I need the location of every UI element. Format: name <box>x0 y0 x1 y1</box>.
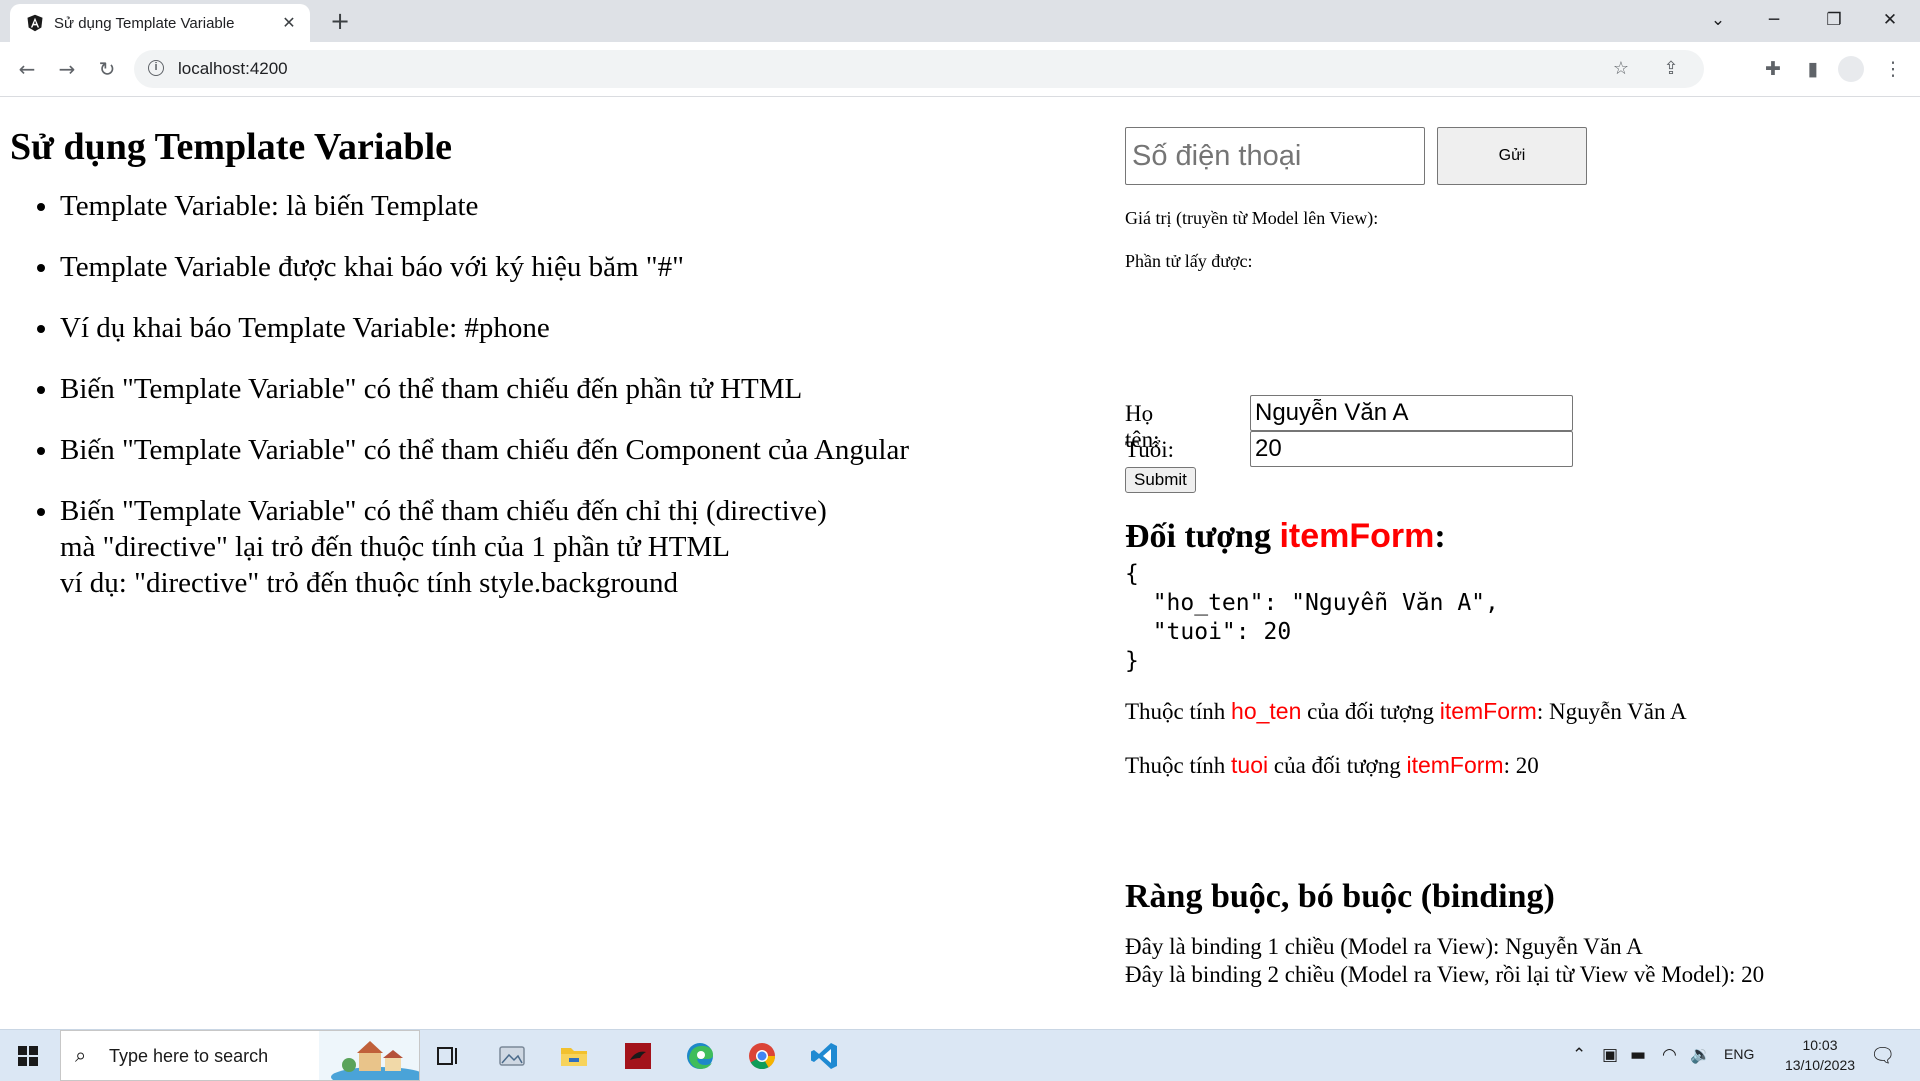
list-item: Ví dụ khai báo Template Variable: #phone <box>60 310 1070 346</box>
property-tuoi: Thuộc tính tuoi của đối tượng itemForm: … <box>1125 752 1539 779</box>
close-tab-icon[interactable]: ✕ <box>278 12 300 34</box>
age-input[interactable] <box>1250 431 1573 467</box>
battery-icon[interactable]: ▬ <box>1630 1044 1646 1066</box>
item-form-json: { "ho_ten": "Nguyễn Văn A", "tuoi": 20 } <box>1125 561 1499 674</box>
language-indicator[interactable]: ENG <box>1724 1046 1754 1062</box>
chrome-icon[interactable] <box>742 1036 782 1076</box>
phone-input[interactable] <box>1125 127 1425 185</box>
search-highlight-illustration <box>319 1031 419 1080</box>
address-bar[interactable]: i localhost:4200 ⇪ ☆ <box>134 50 1704 88</box>
close-window-icon[interactable]: ✕ <box>1870 6 1910 34</box>
list-item-text: Template Variable: là biến Template <box>60 190 479 222</box>
heading-suffix: : <box>1434 518 1446 555</box>
prop-object-name: itemForm <box>1439 698 1537 724</box>
list-item: Biến "Template Variable" có thể tham chi… <box>60 432 1070 468</box>
show-hidden-icons-icon[interactable]: ⌃ <box>1572 1044 1586 1066</box>
tab-title: Sử dụng Template Variable <box>54 15 235 32</box>
new-tab-icon[interactable]: + <box>326 8 354 36</box>
list-item: Template Variable: là biến Template <box>60 188 1070 224</box>
one-way-binding-text: Đây là binding 1 chiều (Model ra View): … <box>1125 934 1643 959</box>
prop-value: : Nguyễn Văn A <box>1536 699 1687 724</box>
profile-avatar[interactable] <box>1838 56 1864 82</box>
back-icon[interactable]: ← <box>12 54 42 84</box>
prop-name: tuoi <box>1231 752 1269 778</box>
property-ho-ten: Thuộc tính ho_ten của đối tượng itemForm… <box>1125 698 1687 725</box>
app-icon[interactable] <box>618 1036 658 1076</box>
name-input[interactable] <box>1250 395 1573 431</box>
search-icon: ⌕ <box>75 1043 87 1067</box>
menu-icon[interactable]: ⋮ <box>1878 54 1908 84</box>
share-icon[interactable]: ⇪ <box>1660 58 1682 80</box>
clock-time[interactable]: 10:03 <box>1788 1037 1852 1053</box>
prop-middle: của đối tượng <box>1301 699 1440 724</box>
demo-panel: Gửi Giá trị (truyền từ Model lên View): … <box>1125 127 1905 987</box>
two-way-binding-text: Đây là binding 2 chiều (Model ra View, r… <box>1125 962 1765 987</box>
heading-prefix: Đối tượng <box>1125 518 1280 555</box>
extensions-icon[interactable]: ✚ <box>1758 54 1788 84</box>
list-item-text: Biến "Template Variable" có thể tham chi… <box>60 434 909 466</box>
volume-icon[interactable]: 🔉 <box>1690 1044 1711 1066</box>
prop-name: ho_ten <box>1231 698 1302 724</box>
phone-row: Gửi <box>1125 127 1905 185</box>
heading-object-name: itemForm <box>1279 517 1435 555</box>
site-info-icon[interactable]: i <box>148 60 164 76</box>
binding-heading: Ràng buộc, bó buộc (binding) <box>1125 878 1555 915</box>
taskbar-search[interactable]: ⌕ Type here to search <box>60 1030 420 1081</box>
age-label: Tuổi: <box>1125 437 1175 462</box>
vscode-icon[interactable] <box>804 1036 844 1076</box>
browser-tab[interactable]: Sử dụng Template Variable ✕ <box>10 4 310 42</box>
minimize-icon[interactable]: ─ <box>1754 6 1794 34</box>
send-button[interactable]: Gửi <box>1437 127 1587 185</box>
url-text: localhost:4200 <box>178 59 288 78</box>
taskbar: ⌕ Type here to search ⌃ ▣ ▬ ◠ 🔉 ENG 10:0… <box>0 1029 1920 1081</box>
wifi-icon[interactable]: ◠ <box>1662 1044 1677 1066</box>
clock-date[interactable]: 13/10/2023 <box>1770 1057 1870 1073</box>
list-item-text: mà "directive" lại trỏ đến thuộc tính củ… <box>60 531 730 563</box>
browser-tabstrip: Sử dụng Template Variable ✕ + ⌄ ─ ❐ ✕ <box>0 0 1920 42</box>
list-item: Biến "Template Variable" có thể tham chi… <box>60 493 1070 601</box>
tab-search-icon[interactable]: ⌄ <box>1698 6 1738 34</box>
prop-prefix: Thuộc tính <box>1125 753 1232 778</box>
list-item-text: Template Variable được khai báo với ký h… <box>60 251 684 283</box>
prop-object-name: itemForm <box>1406 752 1504 778</box>
bullet-list: Template Variable: là biến Template Templ… <box>10 188 1070 601</box>
device-icon[interactable]: ▣ <box>1602 1044 1618 1066</box>
task-view-icon[interactable] <box>428 1036 468 1076</box>
list-item-text: Biến "Template Variable" có thể tham chi… <box>60 495 827 527</box>
reload-icon[interactable]: ↻ <box>92 54 122 84</box>
browser-toolbar: ← → ↻ i localhost:4200 ⇪ ☆ ✚ ▮ ⋮ <box>0 42 1920 97</box>
prop-middle: của đối tượng <box>1268 753 1407 778</box>
list-item-text: Ví dụ khai báo Template Variable: #phone <box>60 312 550 344</box>
list-item-text: Biến "Template Variable" có thể tham chi… <box>60 373 803 405</box>
model-value-label: Giá trị (truyền từ Model lên View): <box>1125 208 1379 228</box>
prop-value: : 20 <box>1503 753 1539 778</box>
prop-prefix: Thuộc tính <box>1125 699 1232 724</box>
side-panel-icon[interactable]: ▮ <box>1798 54 1828 84</box>
page-title: Sử dụng Template Variable <box>10 126 452 168</box>
list-item: Template Variable được khai báo với ký h… <box>60 249 1070 285</box>
forward-icon[interactable]: → <box>52 54 82 84</box>
main-content: Sử dụng Template Variable Template Varia… <box>10 120 1070 626</box>
list-item-text: ví dụ: "directive" trỏ đến thuộc tính st… <box>60 567 679 599</box>
edge-icon[interactable] <box>680 1036 720 1076</box>
windows-start-icon[interactable] <box>18 1046 38 1066</box>
photos-icon[interactable] <box>492 1036 532 1076</box>
list-item: Biến "Template Variable" có thể tham chi… <box>60 371 1070 407</box>
item-form-heading: Đối tượng itemForm: <box>1125 517 1446 556</box>
submit-button[interactable]: Submit <box>1125 467 1196 493</box>
search-placeholder: Type here to search <box>109 1046 269 1066</box>
angular-icon <box>27 14 43 32</box>
file-explorer-icon[interactable] <box>554 1036 594 1076</box>
notifications-icon[interactable]: 🗨 <box>1870 1044 1895 1066</box>
element-label: Phần tử lấy được: <box>1125 251 1253 271</box>
restore-icon[interactable]: ❐ <box>1814 6 1854 34</box>
bookmark-star-icon[interactable]: ☆ <box>1610 58 1632 80</box>
